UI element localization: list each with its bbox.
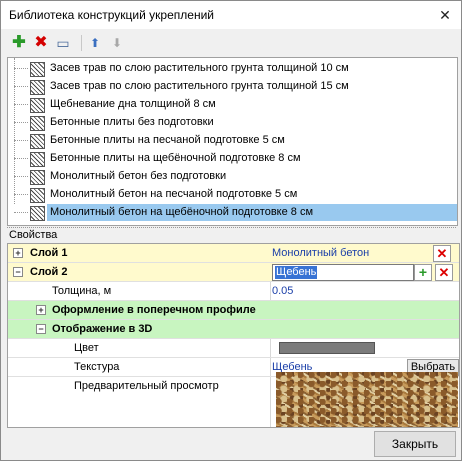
expand-icon[interactable]: + [36, 305, 46, 315]
delete-layer2-icon[interactable]: ✕ [435, 264, 453, 281]
texture-name: Текстура [74, 361, 120, 373]
add-layer-icon[interactable]: + [414, 264, 432, 281]
close-icon[interactable]: ✕ [429, 1, 461, 29]
property-row-thickness[interactable]: Толщина, м 0.05 [8, 282, 459, 300]
thickness-value[interactable]: 0.05 [272, 282, 293, 300]
tree-branch [14, 104, 28, 105]
list-item-label: Засев трав по слою растительного грунта … [50, 62, 349, 74]
thickness-name: Толщина, м [52, 285, 112, 297]
list-item-label: Монолитный бетон на песчаной подготовке … [50, 188, 298, 200]
list-item-selected[interactable]: Монолитный бетон на щебёночной подготовк… [8, 204, 457, 221]
tree-branch [14, 176, 28, 177]
list-item-label: Бетонные плиты без подготовки [50, 116, 214, 128]
expand-icon[interactable]: + [13, 248, 23, 258]
title-bar: Библиотека конструкций укреплений ✕ [1, 1, 461, 29]
layer1-name: Слой 1 [30, 247, 68, 259]
list-item-label: Щебневание дна толщиной 8 см [50, 98, 216, 110]
property-row-profile[interactable]: + Оформление в поперечном профиле [8, 301, 459, 319]
property-row-color[interactable]: Цвет [8, 339, 459, 357]
delete-icon[interactable]: ✖ [31, 33, 51, 53]
tree-branch [14, 158, 28, 159]
construction-icon [30, 134, 45, 149]
tree-branch [14, 140, 28, 141]
construction-icon [30, 80, 45, 95]
tree-branch [14, 122, 28, 123]
rename-icon[interactable]: ▭ [53, 33, 73, 53]
color-name: Цвет [74, 342, 99, 354]
list-item[interactable]: Засев трав по слою растительного грунта … [8, 78, 457, 95]
layer2-edit-text: Щебень [275, 266, 318, 279]
profile-name: Оформление в поперечном профиле [52, 304, 256, 316]
list-item-label: Бетонные плиты на песчаной подготовке 5 … [50, 134, 285, 146]
collapse-icon[interactable]: − [13, 267, 23, 277]
tree-branch [14, 86, 28, 87]
list-item[interactable]: Бетонные плиты на щебёночной подготовке … [8, 150, 457, 167]
properties-grid: + Слой 1 Монолитный бетон ✕ − Слой 2 Щеб… [7, 243, 460, 428]
construction-icon [30, 206, 45, 221]
plus-icon[interactable]: ✚ [9, 33, 29, 53]
list-item[interactable]: Щебневание дна толщиной 8 см [8, 96, 457, 113]
constructions-list[interactable]: Засев трав по слою растительного грунта … [7, 57, 458, 226]
list-item-label: Монолитный бетон на щебёночной подготовк… [47, 204, 457, 221]
window-title: Библиотека конструкций укреплений [9, 8, 214, 22]
close-button[interactable]: Закрыть [374, 431, 456, 457]
layer2-edit-field[interactable]: Щебень [272, 264, 414, 281]
list-item[interactable]: Монолитный бетон на песчаной подготовке … [8, 186, 457, 203]
toolbar-separator [81, 35, 82, 51]
list-item[interactable]: Засев трав по слою растительного грунта … [8, 60, 457, 77]
color-swatch[interactable] [279, 342, 375, 354]
layer1-value[interactable]: Монолитный бетон [272, 244, 369, 262]
texture-preview-image [276, 372, 458, 427]
splitter[interactable] [7, 227, 456, 229]
list-item[interactable]: Бетонные плиты без подготовки [8, 114, 457, 131]
construction-icon [30, 116, 45, 131]
construction-icon [30, 152, 45, 167]
library-window: Библиотека конструкций укреплений ✕ ✚ ✖ … [0, 0, 462, 461]
property-row-layer2[interactable]: − Слой 2 Щебень + ✕ [8, 263, 459, 281]
preview-name: Предварительный просмотр [74, 380, 219, 392]
arrow-down-icon[interactable]: ⬇ [107, 33, 127, 53]
list-item-label: Монолитный бетон без подготовки [50, 170, 227, 182]
toolbar: ✚ ✖ ▭ ⬆ ⬇ [1, 30, 461, 56]
list-item[interactable]: Монолитный бетон без подготовки [8, 168, 457, 185]
construction-icon [30, 170, 45, 185]
arrow-up-icon[interactable]: ⬆ [85, 33, 105, 53]
tree-branch [14, 194, 28, 195]
property-row-layer1[interactable]: + Слой 1 Монолитный бетон ✕ [8, 244, 459, 262]
property-row-display3d[interactable]: − Отображение в 3D [8, 320, 459, 338]
construction-icon [30, 188, 45, 203]
construction-icon [30, 98, 45, 113]
tree-branch [14, 68, 28, 69]
delete-layer1-icon[interactable]: ✕ [433, 245, 451, 262]
tree-branch [14, 212, 28, 213]
list-item[interactable]: Бетонные плиты на песчаной подготовке 5 … [8, 132, 457, 149]
construction-icon [30, 62, 45, 77]
list-item-label: Засев трав по слою растительного грунта … [50, 80, 349, 92]
layer2-name: Слой 2 [30, 266, 68, 278]
list-item-label: Бетонные плиты на щебёночной подготовке … [50, 152, 301, 164]
display3d-name: Отображение в 3D [52, 323, 153, 335]
collapse-icon[interactable]: − [36, 324, 46, 334]
properties-caption: Свойства [9, 229, 58, 241]
